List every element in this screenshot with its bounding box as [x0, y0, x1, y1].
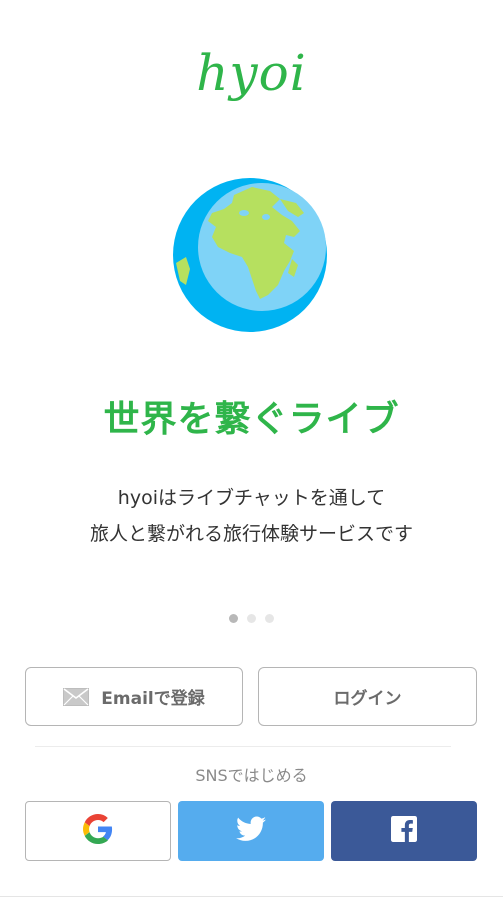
carousel-indicator	[0, 614, 503, 623]
divider	[35, 746, 451, 747]
headline: 世界を繋ぐライブ	[103, 399, 400, 440]
email-signup-button[interactable]: Emailで登録	[25, 667, 243, 726]
facebook-icon	[391, 816, 417, 846]
carousel-dot[interactable]	[265, 614, 274, 623]
mail-icon	[63, 687, 90, 706]
login-label: ログイン	[333, 689, 402, 709]
sns-label: SNSではじめる	[195, 766, 308, 785]
globe-illustration	[172, 177, 328, 333]
login-button[interactable]: ログイン	[258, 667, 477, 726]
app-logo: hyoi	[196, 44, 307, 102]
subtitle-line-1: hyoiはライブチャットを通して	[117, 487, 386, 509]
google-signin-button[interactable]	[25, 801, 171, 861]
facebook-signin-button[interactable]	[331, 801, 477, 861]
carousel-dot[interactable]	[229, 614, 238, 623]
carousel-dot[interactable]	[247, 614, 256, 623]
google-icon	[83, 814, 113, 848]
subtitle: hyoiはライブチャットを通して 旅人と繋がれる旅行体験サービスです	[0, 480, 503, 552]
twitter-signin-button[interactable]	[178, 801, 324, 861]
subtitle-line-2: 旅人と繋がれる旅行体験サービスです	[89, 523, 413, 545]
twitter-icon	[236, 816, 266, 846]
email-signup-label: Emailで登録	[101, 689, 205, 709]
